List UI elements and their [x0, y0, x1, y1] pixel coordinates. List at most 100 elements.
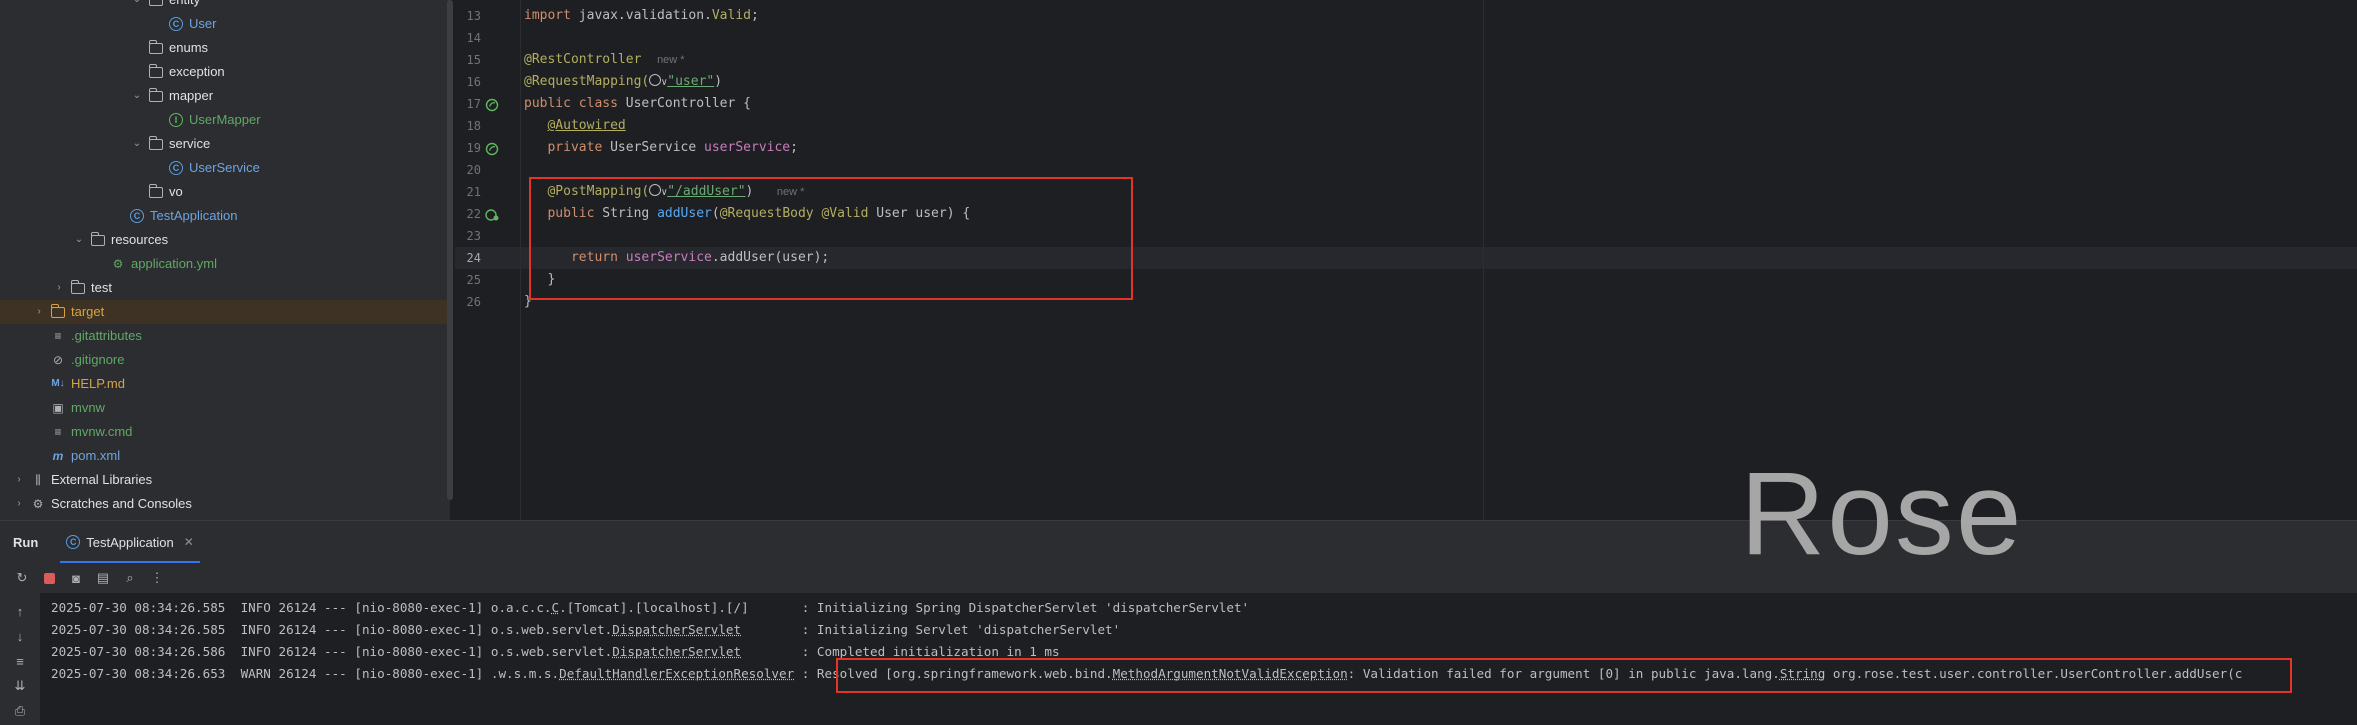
folder-icon	[70, 279, 86, 295]
library-icon: ⫼	[35, 473, 41, 487]
line-number: 17	[466, 97, 481, 111]
scroll-to-end-icon[interactable]: ⇊	[12, 678, 28, 694]
print-icon[interactable]: ⎙	[12, 703, 28, 719]
tree-item-user[interactable]: C User	[168, 12, 216, 36]
tree-item-mvnw-cmd[interactable]: ≡ mvnw.cmd	[50, 420, 132, 444]
line-number: 26	[466, 295, 481, 309]
folder-icon	[148, 39, 164, 55]
line-number: 15	[466, 53, 481, 67]
tree-item-test[interactable]: › test	[52, 276, 112, 300]
line-number: 23	[466, 229, 481, 243]
text-file-icon: ≡	[54, 329, 62, 343]
ignore-file-icon: ⊘	[52, 353, 64, 367]
folder-icon	[148, 0, 164, 7]
tree-item-testapplication[interactable]: C TestApplication	[129, 204, 237, 228]
tab-testapplication[interactable]: C TestApplication ✕	[60, 521, 200, 563]
line-number: 14	[466, 31, 481, 45]
tree-item-application-yml[interactable]: ⚙ application.yml	[110, 252, 217, 276]
globe-icon[interactable]	[649, 74, 662, 86]
spring-autowired-icon[interactable]	[485, 142, 499, 156]
class-link[interactable]: C	[552, 600, 560, 615]
log-line[interactable]: 2025-07-30 08:34:26.585 INFO 26124 --- […	[51, 597, 1249, 619]
highlight-box-method	[529, 177, 1133, 300]
line-number: 13	[466, 9, 481, 23]
camera-icon[interactable]: ◙	[68, 570, 84, 586]
line-number: 22	[466, 207, 481, 221]
tree-item-scratches[interactable]: › ⚙ Scratches and Consoles	[12, 492, 192, 516]
code-line-17[interactable]: public class UserController {	[524, 93, 751, 115]
code-line-18[interactable]: @Autowired	[524, 115, 625, 137]
tree-item-gitignore[interactable]: ⊘ .gitignore	[50, 348, 125, 372]
stop-icon[interactable]	[41, 570, 57, 586]
code-line-15[interactable]: @RestController new *	[524, 49, 685, 71]
highlight-box-error	[836, 658, 2292, 693]
excluded-folder-icon	[50, 303, 66, 319]
line-number: 16	[466, 75, 481, 89]
class-link[interactable]: DispatcherServlet	[612, 644, 741, 659]
maven-icon: m	[52, 449, 64, 463]
chevron-right-icon[interactable]: ›	[12, 492, 26, 516]
line-number: 18	[466, 119, 481, 133]
tree-item-enums[interactable]: enums	[148, 36, 208, 60]
inlay-author-hint[interactable]: new *	[657, 54, 685, 66]
interface-icon: I	[168, 113, 184, 127]
tree-item-mvnw[interactable]: ▣ mvnw	[50, 396, 105, 420]
request-mapping-icon[interactable]	[485, 208, 499, 222]
arrow-up-icon[interactable]: ↑	[12, 603, 28, 619]
line-number: 24	[466, 251, 481, 265]
more-options-icon[interactable]: ⋮	[149, 570, 165, 586]
tree-item-pom-xml[interactable]: m pom.xml	[50, 444, 120, 468]
tree-item-mapper[interactable]: ⌄ mapper	[130, 84, 213, 108]
tree-item-vo[interactable]: vo	[148, 180, 183, 204]
chevron-down-icon[interactable]: ⌄	[72, 228, 86, 252]
tree-item-exception[interactable]: exception	[148, 60, 225, 84]
soft-wrap-icon[interactable]: ≡	[12, 653, 28, 669]
folder-icon	[148, 183, 164, 199]
spring-bean-icon[interactable]	[485, 98, 499, 112]
class-link[interactable]: DispatcherServlet	[612, 622, 741, 637]
chevron-down-icon[interactable]: ⌄	[130, 0, 144, 12]
chevron-right-icon[interactable]: ›	[32, 300, 46, 324]
tree-item-gitattributes[interactable]: ≡ .gitattributes	[50, 324, 141, 348]
rerun-icon[interactable]: ↻	[14, 570, 30, 586]
code-line-19[interactable]: private UserService userService;	[524, 137, 797, 159]
tree-item-resources[interactable]: ⌄ resources	[72, 228, 168, 252]
editor-gutter: 13 14 15 16 17 18 19 20 21 22 23 24 25 2…	[455, 0, 521, 520]
tree-item-usermapper[interactable]: I UserMapper	[168, 108, 261, 132]
log-line[interactable]: 2025-07-30 08:34:26.585 INFO 26124 --- […	[51, 619, 1120, 641]
markdown-icon: M↓	[51, 378, 65, 389]
chevron-right-icon[interactable]: ›	[12, 468, 26, 492]
tree-item-help-md[interactable]: M↓ HELP.md	[50, 372, 125, 396]
console-side-toolbar: ↑ ↓ ≡ ⇊ ⎙	[0, 593, 40, 725]
class-link[interactable]: DefaultHandlerExceptionResolver	[559, 666, 794, 681]
line-number: 19	[466, 141, 481, 155]
spring-class-icon: C	[129, 209, 145, 223]
code-line-16[interactable]: @RequestMapping(∨"user")	[524, 71, 722, 93]
tree-item-userservice[interactable]: C UserService	[168, 156, 260, 180]
line-number: 21	[466, 185, 481, 199]
tree-item-service[interactable]: ⌄ service	[130, 132, 210, 156]
project-scrollbar[interactable]	[447, 0, 453, 500]
chevron-down-icon[interactable]: ⌄	[130, 132, 144, 156]
code-line-13[interactable]: import javax.validation.Valid;	[524, 5, 759, 27]
scratches-icon: ⚙	[32, 497, 44, 511]
resources-folder-icon	[90, 231, 106, 247]
folder-icon	[148, 87, 164, 103]
close-icon[interactable]: ✕	[184, 535, 194, 549]
tree-item-entity[interactable]: ⌄ entity	[130, 0, 200, 12]
arrow-down-icon[interactable]: ↓	[12, 628, 28, 644]
yaml-file-icon: ⚙	[112, 257, 124, 271]
class-icon: C	[168, 17, 184, 31]
chevron-down-icon[interactable]: ⌄	[130, 84, 144, 108]
tree-item-external-libraries[interactable]: › ⫼ External Libraries	[12, 468, 152, 492]
class-icon: C	[168, 161, 184, 175]
line-number: 25	[466, 273, 481, 287]
project-tool-window: ⌄ entity C User enums exception ⌄ mapper…	[0, 0, 450, 520]
spring-app-icon: C	[66, 535, 81, 549]
shell-script-icon: ▣	[52, 401, 64, 415]
right-margin-guide	[1483, 0, 1484, 520]
dump-threads-icon[interactable]: ▤	[95, 570, 111, 586]
search-icon[interactable]: ⌕	[122, 570, 138, 586]
chevron-right-icon[interactable]: ›	[52, 276, 66, 300]
tree-item-target[interactable]: › target	[0, 300, 447, 324]
